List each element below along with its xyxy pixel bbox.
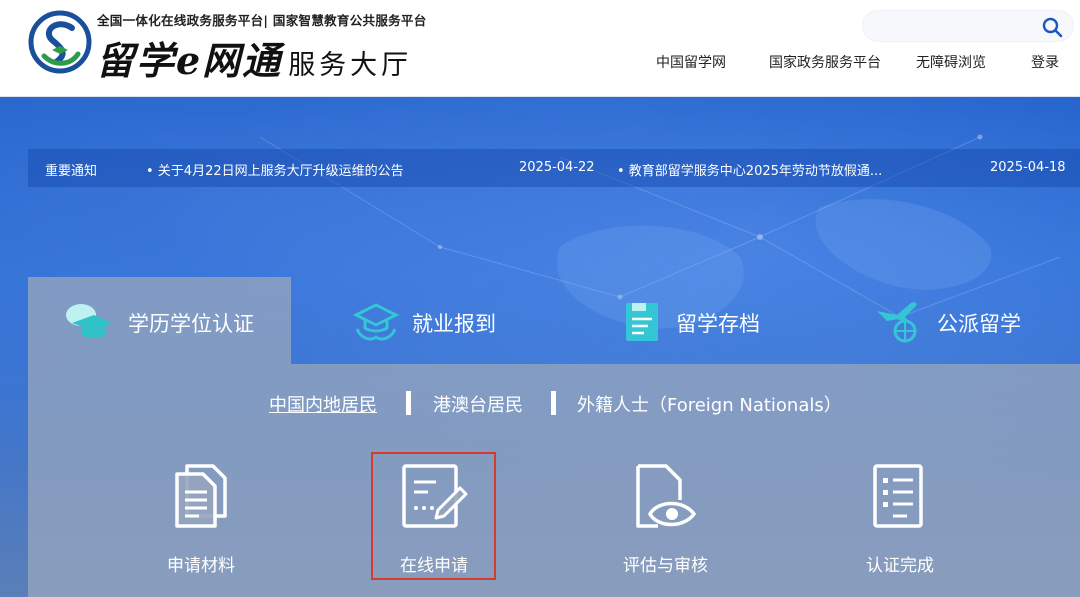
logo-icon[interactable] (28, 10, 92, 74)
brand-script: 留学e网通 (96, 38, 283, 83)
nav-link-login[interactable]: 登录 (1031, 52, 1059, 72)
site-header: 全国一体化在线政务服务平台| 国家智慧教育公共服务平台 留学e网通 服务大厅 中国… (0, 0, 1080, 97)
step-label: 评估与审核 (623, 556, 708, 576)
notice-date: 2025-04-22 (519, 160, 595, 175)
platform-tagline: 全国一体化在线政务服务平台| 国家智慧教育公共服务平台 (97, 13, 427, 28)
subtab-divider (551, 391, 556, 415)
notice-date: 2025-04-18 (990, 160, 1066, 175)
brand-subtitle: 服务大厅 (288, 50, 413, 81)
tab-overseas-archive[interactable]: 留学存档 (554, 277, 817, 364)
tab-government-sponsored[interactable]: 公派留学 (817, 277, 1080, 364)
nav-link-accessibility[interactable]: 无障碍浏览 (916, 52, 986, 72)
notice-item[interactable]: • 关于4月22日网上服务大厅升级运维的公告 (146, 160, 404, 179)
nav-link-cscse[interactable]: 中国留学网 (656, 52, 726, 72)
form-edit-icon[interactable] (398, 460, 470, 532)
tab-label: 公派留学 (937, 312, 1021, 336)
step-label: 认证完成 (866, 556, 934, 576)
archive-document-icon (626, 303, 658, 341)
tab-employment-registration[interactable]: 就业报到 (291, 277, 554, 364)
checklist-icon[interactable] (863, 460, 935, 532)
search-input[interactable] (862, 10, 1074, 42)
subtab-mainland-residents[interactable]: 中国内地居民 (269, 391, 377, 417)
plane-globe-icon (877, 302, 917, 343)
hat-hands-icon (352, 303, 400, 341)
subtab-foreign-nationals[interactable]: 外籍人士（Foreign Nationals） (577, 391, 842, 417)
notice-item[interactable]: • 教育部留学服务中心2025年劳动节放假通... (617, 160, 882, 179)
search-icon[interactable] (1041, 16, 1063, 38)
step-label: 申请材料 (167, 556, 235, 576)
subtab-divider (406, 391, 411, 415)
document-eye-icon[interactable] (628, 460, 700, 532)
tab-label: 就业报到 (412, 312, 496, 336)
tab-degree-certification[interactable]: 学历学位认证 (28, 277, 291, 364)
notice-label: 重要通知 (45, 164, 98, 179)
documents-icon[interactable] (165, 460, 237, 532)
nav-link-gov-platform[interactable]: 国家政务服务平台 (769, 52, 881, 72)
hero-section: 重要通知 • 关于4月22日网上服务大厅升级运维的公告 2025-04-22 •… (0, 97, 1080, 597)
notice-bar: 重要通知 • 关于4月22日网上服务大厅升级运维的公告 2025-04-22 •… (28, 149, 1080, 187)
graduation-cap-icon (66, 304, 112, 338)
service-panel: 中国内地居民 港澳台居民 外籍人士（Foreign Nationals） 申请材… (28, 364, 1080, 597)
tab-label: 学历学位认证 (128, 312, 254, 336)
subtab-hk-macao-taiwan[interactable]: 港澳台居民 (433, 391, 523, 417)
brand-title[interactable]: 留学e网通 服务大厅 (96, 30, 412, 85)
tab-label: 留学存档 (676, 312, 760, 336)
step-label: 在线申请 (400, 556, 468, 576)
